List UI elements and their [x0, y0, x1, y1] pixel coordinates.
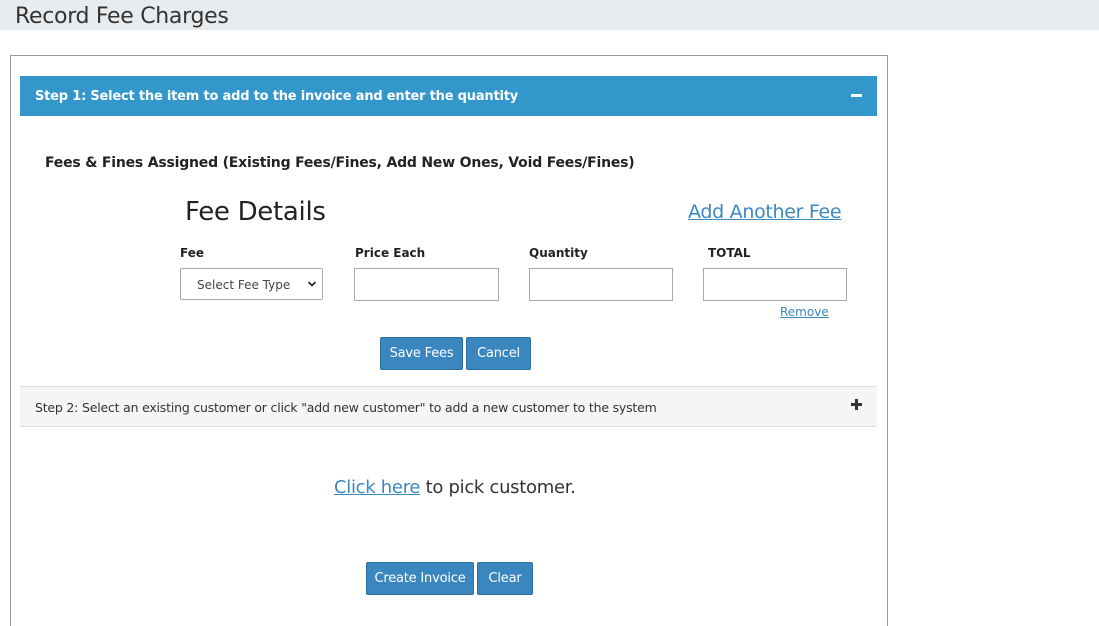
remove-fee-link[interactable]: Remove [780, 305, 829, 319]
save-fees-button[interactable]: Save Fees [380, 337, 463, 370]
pick-customer-line: Click here to pick customer. [334, 477, 576, 498]
step2-label: Step 2: Select an existing customer or c… [35, 400, 657, 415]
create-invoice-button[interactable]: Create Invoice [366, 562, 474, 595]
page-header: Record Fee Charges [0, 0, 1099, 30]
quantity-column-label: Quantity [529, 246, 588, 260]
chevron-down-icon [307, 281, 317, 287]
fees-section-heading: Fees & Fines Assigned (Existing Fees/Fin… [45, 155, 635, 171]
fee-type-select[interactable]: Select Fee Type [180, 268, 323, 300]
fee-column-label: Fee [180, 246, 204, 260]
fee-type-selected-value: Select Fee Type [197, 278, 291, 292]
clear-button[interactable]: Clear [477, 562, 533, 595]
minus-icon[interactable] [851, 94, 862, 97]
fee-details-title: Fee Details [185, 197, 326, 227]
price-each-input[interactable] [354, 268, 499, 301]
plus-icon[interactable] [851, 399, 862, 410]
price-each-column-label: Price Each [355, 246, 426, 260]
cancel-button[interactable]: Cancel [466, 337, 531, 370]
total-column-label: TOTAL [708, 246, 751, 260]
step1-label: Step 1: Select the item to add to the in… [35, 89, 519, 104]
step1-header[interactable]: Step 1: Select the item to add to the in… [20, 76, 877, 116]
total-input[interactable] [703, 268, 847, 301]
quantity-input[interactable] [529, 268, 673, 301]
step2-header[interactable]: Step 2: Select an existing customer or c… [20, 386, 877, 427]
pick-customer-link[interactable]: Click here [334, 477, 420, 498]
page-title: Record Fee Charges [15, 4, 229, 29]
add-another-fee-link[interactable]: Add Another Fee [688, 201, 842, 223]
pick-customer-text: to pick customer. [420, 477, 576, 498]
